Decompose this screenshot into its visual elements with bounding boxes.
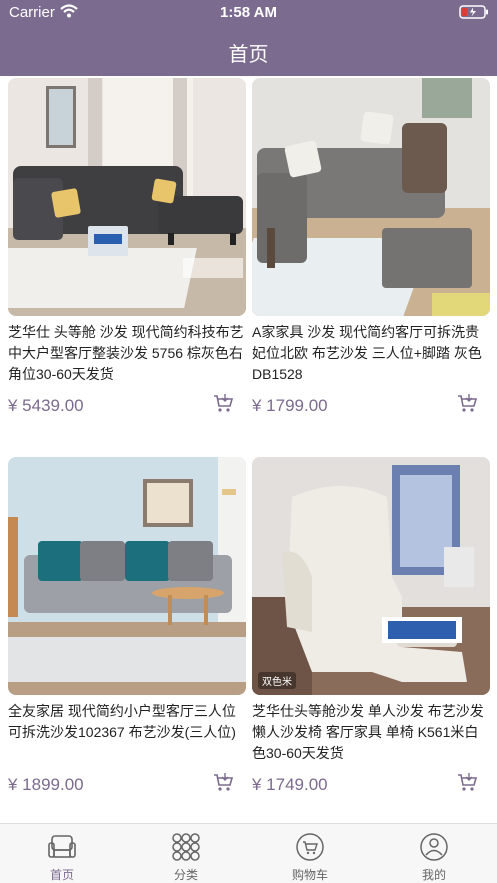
user-icon: [420, 833, 448, 861]
tab-home[interactable]: 首页: [0, 824, 124, 883]
tab-bar: 首页 分类 购物车 我的: [0, 823, 497, 883]
product-name[interactable]: 全友家居 现代简约小户型客厅三人位可拆洗沙发102367 布艺沙发(三人位): [8, 701, 246, 743]
tab-label: 购物车: [291, 868, 328, 882]
product-image[interactable]: [252, 78, 490, 316]
tab-label: 我的: [421, 868, 446, 882]
cart-icon[interactable]: [456, 771, 478, 793]
page-title: 首页: [228, 44, 269, 66]
product-name[interactable]: 芝华仕 头等舱 沙发 现代简约科技布艺中大户型客厅整装沙发 5756 棕灰色右角…: [8, 322, 246, 385]
cart-icon[interactable]: [212, 771, 234, 793]
tab-cart[interactable]: 购物车: [248, 824, 372, 883]
tab-category[interactable]: 分类: [124, 824, 248, 883]
image-tag: 双色米: [258, 672, 296, 689]
product-name[interactable]: A家家具 沙发 现代简约客厅可拆洗贵妃位北欧 布艺沙发 三人位+脚踏 灰色 DB…: [252, 322, 490, 385]
tab-label: 分类: [173, 868, 198, 882]
tab-profile[interactable]: 我的: [372, 824, 496, 883]
cart-icon[interactable]: [212, 392, 234, 414]
status-bar: Carrier 1:58 AM: [0, 0, 497, 26]
product-image[interactable]: [252, 457, 490, 695]
sofa-icon: [48, 835, 76, 858]
product-price: ¥ 1749.00: [252, 775, 328, 794]
product-name[interactable]: 芝华仕头等舱沙发 单人沙发 布艺沙发 懒人沙发椅 客厅家具 单椅 K561米白色…: [252, 701, 490, 764]
product-price: ¥ 5439.00: [8, 396, 84, 415]
product-price: ¥ 1899.00: [8, 775, 84, 794]
product-image[interactable]: [8, 457, 246, 695]
cart-icon: [296, 833, 324, 861]
tab-label: 首页: [49, 868, 74, 882]
cart-icon[interactable]: [456, 392, 478, 414]
battery-icon: [459, 5, 488, 19]
app-header: Carrier 1:58 AM 首页: [0, 0, 497, 76]
product-image[interactable]: [8, 78, 246, 316]
product-price: ¥ 1799.00: [252, 396, 328, 415]
clock: 1:58 AM: [220, 4, 277, 21]
grid-icon: [172, 833, 200, 861]
